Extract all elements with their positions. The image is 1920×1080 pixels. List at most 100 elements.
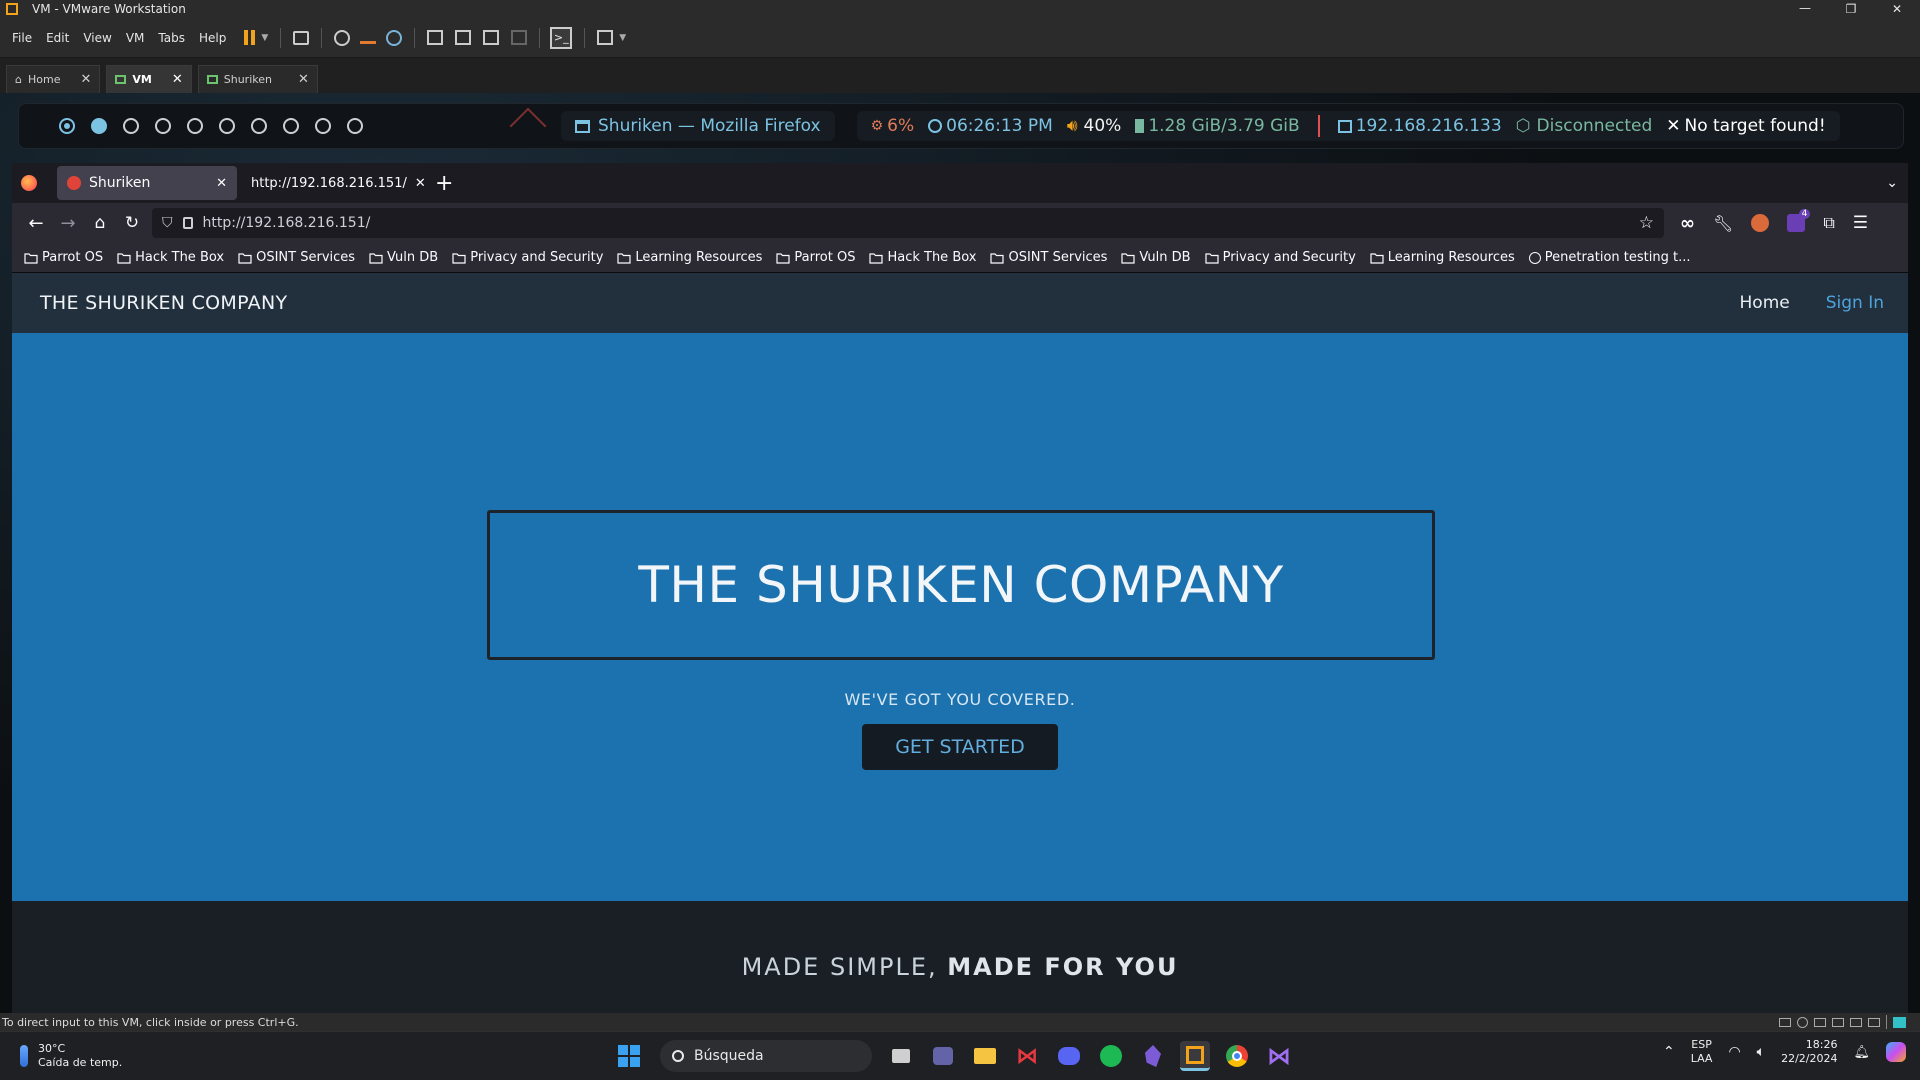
bookmark-folder[interactable]: Hack The Box [117, 250, 224, 265]
workspace-6[interactable] [219, 118, 235, 134]
bookmark-folder[interactable]: OSINT Services [990, 250, 1107, 265]
bookmark-folder[interactable]: Learning Resources [1370, 250, 1515, 265]
bookmark-star-icon[interactable]: ☆ [1639, 213, 1654, 233]
workspace-10[interactable] [347, 118, 363, 134]
snapshot-manager-icon[interactable] [386, 29, 403, 46]
foxyproxy-extension-icon[interactable] [1751, 214, 1770, 232]
workspace-5[interactable] [187, 118, 203, 134]
spotify-icon[interactable] [1096, 1041, 1126, 1071]
bookmark-folder[interactable]: Privacy and Security [1204, 250, 1356, 265]
bookmark-folder[interactable]: Vuln DB [369, 250, 438, 265]
visual-studio-code-icon[interactable]: ⋈ [1012, 1041, 1042, 1071]
firefox-view-icon[interactable] [21, 175, 37, 191]
chevron-down-icon[interactable]: ▼ [619, 33, 626, 43]
chevron-up-icon[interactable]: ⌃ [1663, 1044, 1675, 1060]
tab-vm[interactable]: VM ✕ [106, 65, 192, 93]
menu-tabs[interactable]: Tabs [158, 31, 185, 45]
file-explorer-icon[interactable] [970, 1041, 1000, 1071]
shield-icon[interactable]: ⛉ [162, 215, 173, 231]
close-tab-icon[interactable]: ✕ [415, 176, 426, 191]
restore-button[interactable]: ❐ [1828, 0, 1874, 18]
menu-view[interactable]: View [83, 31, 111, 45]
get-started-button[interactable]: GET STARTED [862, 724, 1058, 770]
volume-stat[interactable]: 🔊︎ 40% [1067, 116, 1122, 136]
windows-start-icon[interactable] [614, 1041, 644, 1071]
bookmark-link[interactable]: Penetration testing t... [1528, 250, 1691, 265]
wifi-icon[interactable]: ◠ [1728, 1044, 1740, 1060]
sound-card-icon[interactable] [1850, 1017, 1862, 1027]
copilot-icon[interactable] [1886, 1042, 1906, 1062]
language-indicator[interactable]: ESP LAA [1691, 1038, 1713, 1066]
lock-icon[interactable] [182, 217, 193, 229]
messages-icon[interactable] [1893, 1016, 1906, 1028]
cd-rom-icon[interactable] [1797, 1016, 1808, 1028]
discord-icon[interactable] [1054, 1041, 1084, 1071]
workspace-2[interactable] [91, 118, 107, 134]
close-icon[interactable]: ✕ [80, 72, 91, 87]
wrench-extension-icon[interactable]: 🔧︎ [1713, 214, 1733, 233]
bookmark-folder[interactable]: Parrot OS [776, 250, 855, 265]
tab-shuriken[interactable]: Shuriken ✕ [197, 65, 318, 93]
speaker-icon[interactable]: 🔈︎ [1757, 1044, 1765, 1060]
url-text[interactable]: http://192.168.216.151/ [203, 215, 371, 231]
workspace-3[interactable] [123, 118, 139, 134]
extensions-puzzle-icon[interactable]: ⧉ [1823, 213, 1834, 233]
site-brand[interactable]: THE SHURIKEN COMPANY [40, 292, 287, 314]
pause-icon[interactable] [244, 30, 256, 45]
vmware-taskbar-icon[interactable] [1180, 1041, 1210, 1071]
menu-edit[interactable]: Edit [46, 31, 69, 45]
usb-icon[interactable] [1832, 1017, 1844, 1027]
thumbnail-view-icon[interactable] [455, 30, 472, 45]
extension-badge-icon[interactable]: 4 [1787, 209, 1811, 232]
hard-disk-icon[interactable] [1779, 1017, 1791, 1027]
nav-home-link[interactable]: Home [1740, 293, 1790, 313]
send-keys-icon[interactable] [293, 30, 310, 45]
app-menu-icon[interactable]: ☰ [1853, 213, 1868, 233]
task-view-icon[interactable] [886, 1041, 916, 1071]
workspace-8[interactable] [283, 118, 299, 134]
close-window-button[interactable]: ✕ [1874, 0, 1920, 18]
bookmark-folder[interactable]: Learning Resources [617, 250, 762, 265]
chrome-icon[interactable] [1222, 1041, 1252, 1071]
obsidian-icon[interactable] [1138, 1041, 1168, 1071]
workspace-9[interactable] [315, 118, 331, 134]
back-button[interactable]: ← [22, 213, 50, 234]
new-tab-button[interactable]: + [435, 171, 453, 196]
library-view-icon[interactable] [427, 30, 444, 45]
workspace-1[interactable] [59, 118, 75, 134]
workspace-7[interactable] [251, 118, 267, 134]
notifications-bell-icon[interactable]: 🔔︎ [1853, 1045, 1870, 1060]
reload-button[interactable]: ↻ [118, 213, 146, 233]
display-icon[interactable] [1868, 1017, 1880, 1027]
bookmark-folder[interactable]: Privacy and Security [452, 250, 603, 265]
close-icon[interactable]: ✕ [172, 72, 183, 87]
network-adapter-icon[interactable] [1814, 1017, 1826, 1027]
bookmark-folder[interactable]: Vuln DB [1121, 250, 1191, 265]
teams-icon[interactable] [928, 1041, 958, 1071]
weather-widget[interactable]: 30°C Caída de temp. [20, 1042, 122, 1070]
unity-icon[interactable] [511, 30, 528, 45]
revert-snapshot-icon[interactable] [360, 32, 377, 44]
list-all-tabs-icon[interactable]: ⌄ [1886, 175, 1898, 191]
bookmark-folder[interactable]: Hack The Box [869, 250, 976, 265]
menu-help[interactable]: Help [199, 31, 226, 45]
browser-tab-url[interactable]: http://192.168.216.151/ ✕ [241, 166, 426, 200]
stretch-view-icon[interactable] [597, 30, 614, 45]
snapshot-icon[interactable] [334, 29, 351, 46]
fullscreen-icon[interactable] [483, 30, 500, 45]
home-button[interactable]: ⌂ [86, 213, 114, 233]
chevron-down-icon[interactable]: ▼ [261, 33, 268, 43]
url-bar[interactable]: ⛉ http://192.168.216.151/ ☆ [152, 208, 1664, 238]
close-icon[interactable]: ✕ [298, 72, 309, 87]
browser-tab-shuriken[interactable]: Shuriken ✕ [57, 166, 237, 200]
bookmark-folder[interactable]: Parrot OS [24, 250, 103, 265]
close-tab-icon[interactable]: ✕ [216, 176, 227, 191]
vm-display[interactable]: Shuriken — Mozilla Firefox ⚙ 6% 06:26:13… [0, 93, 1920, 1013]
clock[interactable]: 18:26 22/2/2024 [1781, 1038, 1837, 1066]
bookmark-folder[interactable]: OSINT Services [238, 250, 355, 265]
workspace-4[interactable] [155, 118, 171, 134]
visual-studio-icon[interactable]: ⋈ [1264, 1041, 1294, 1071]
menu-vm[interactable]: VM [126, 31, 145, 45]
console-icon[interactable]: >_ [550, 26, 573, 49]
nav-sign-in-link[interactable]: Sign In [1826, 293, 1884, 313]
